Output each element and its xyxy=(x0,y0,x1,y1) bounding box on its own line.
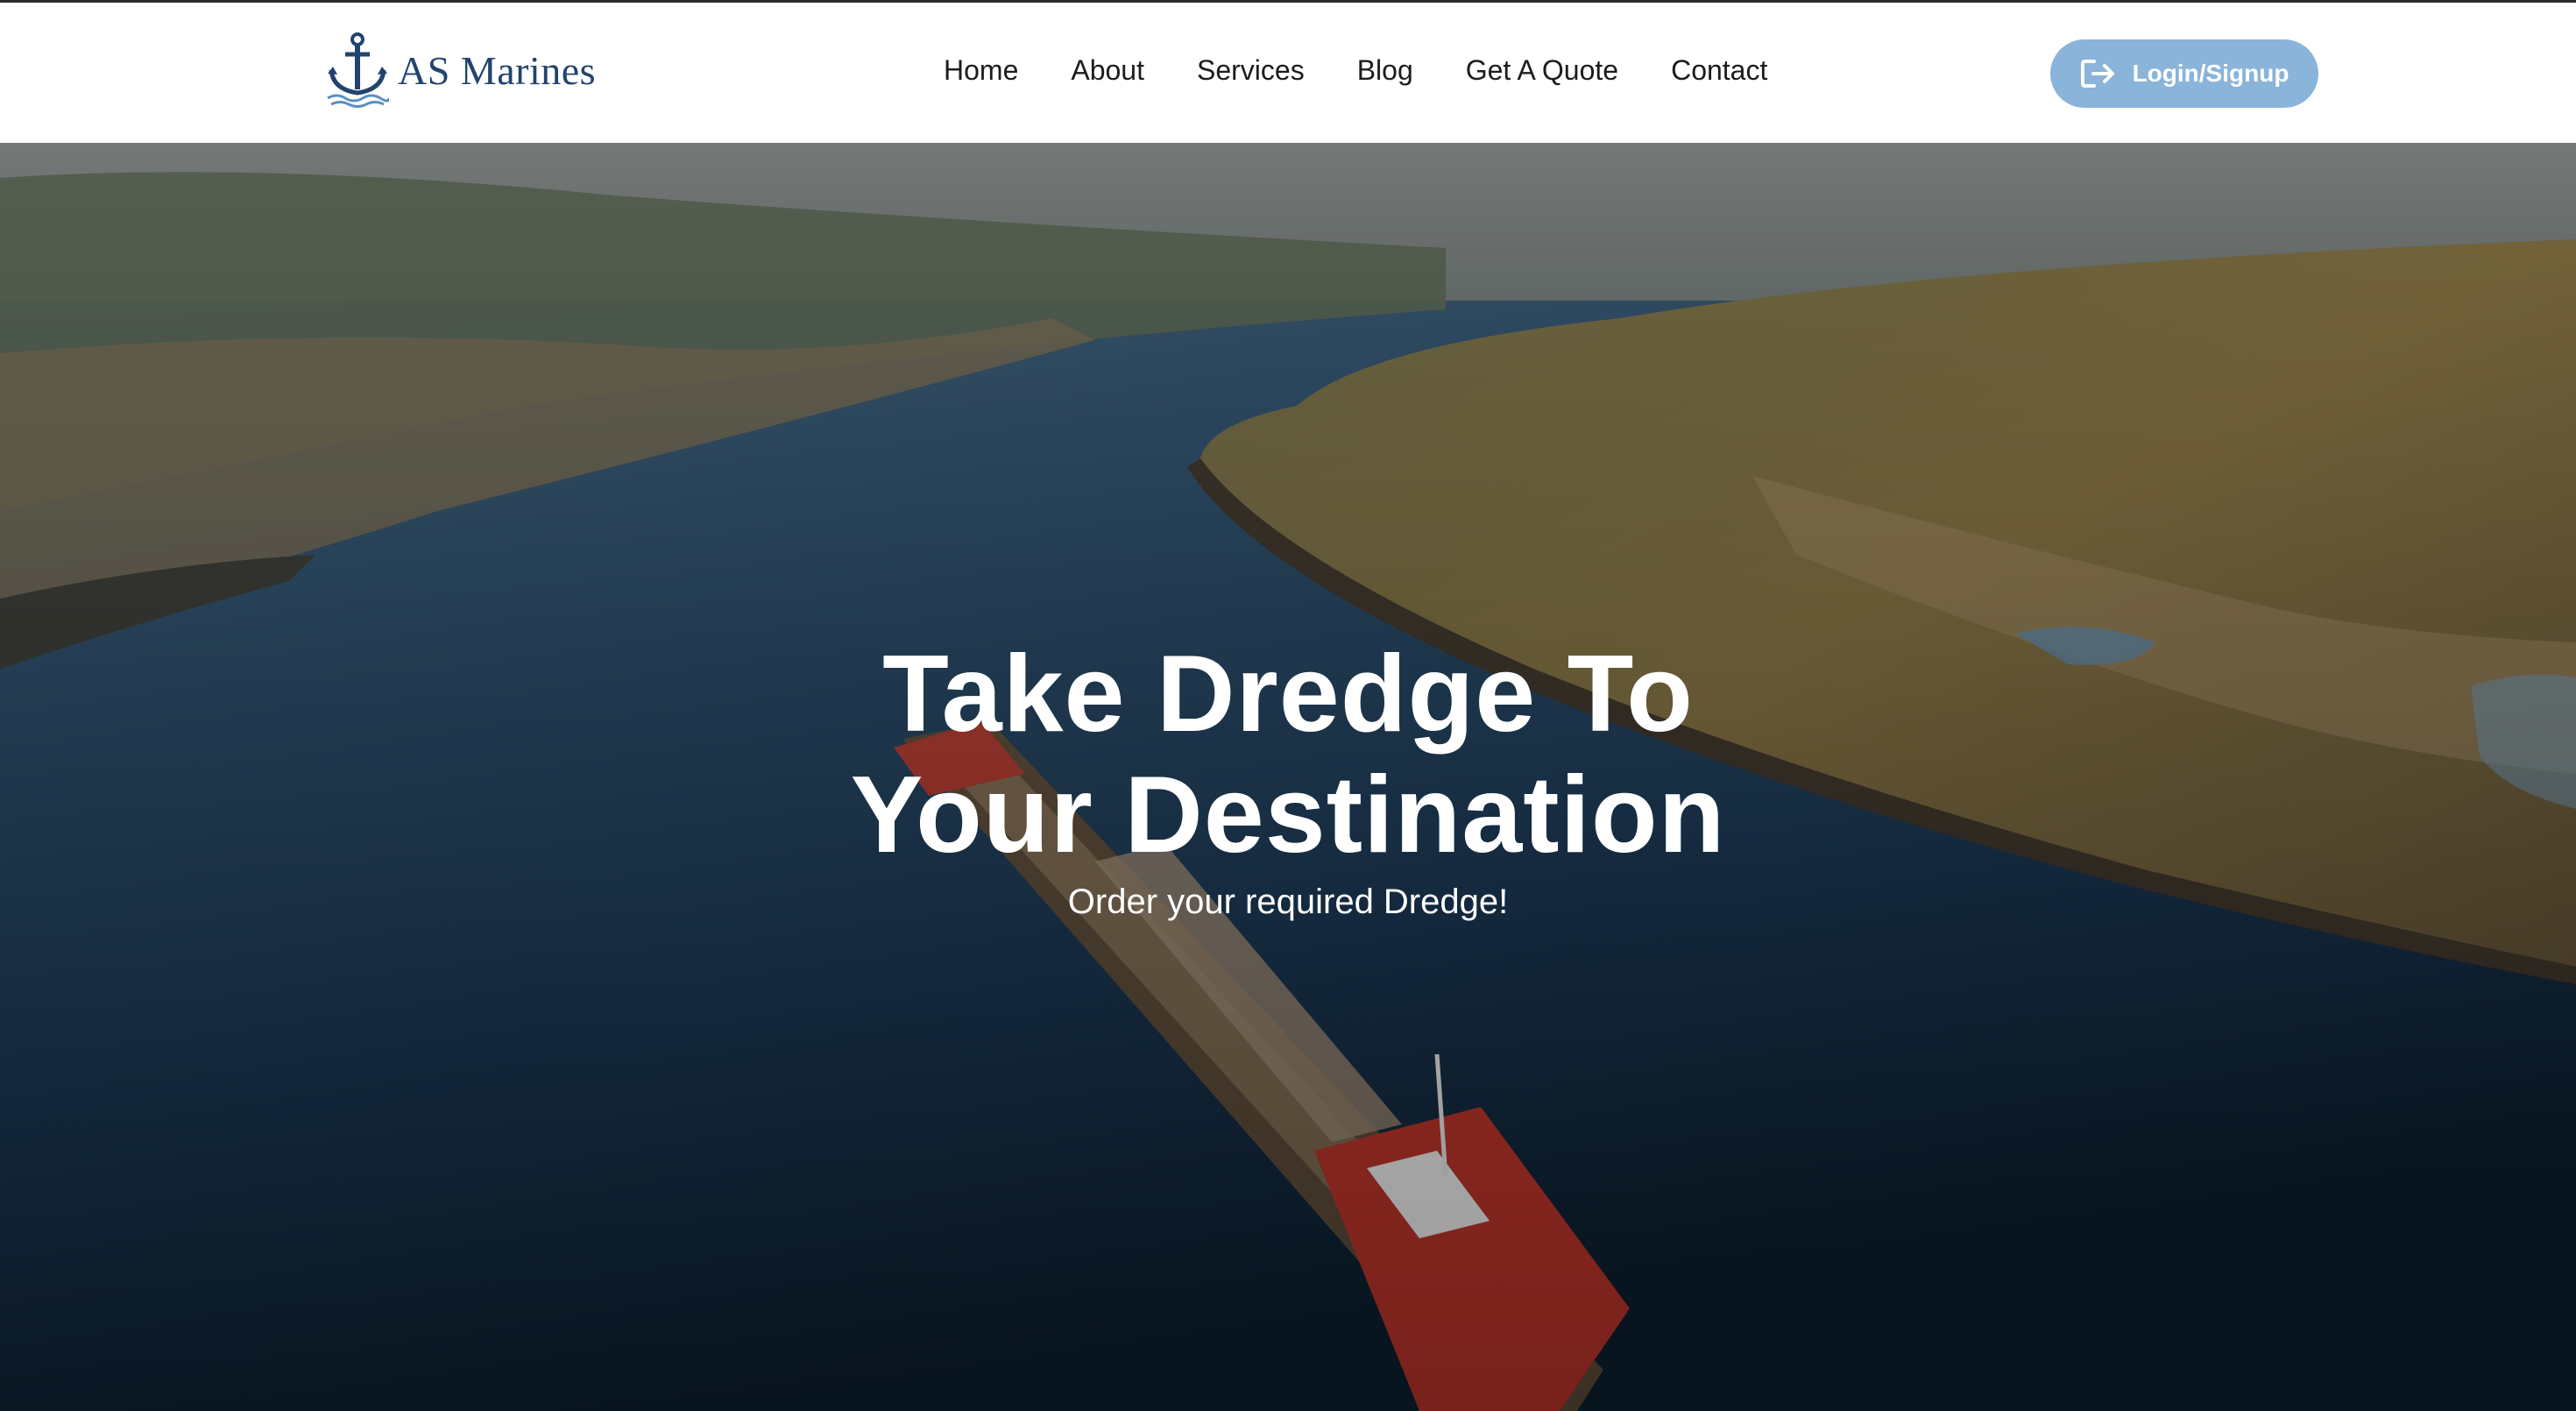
nav-home[interactable]: Home xyxy=(944,53,1018,88)
hero-section: Take Dredge To Your Destination Order yo… xyxy=(0,143,2576,1411)
login-icon xyxy=(2080,60,2114,88)
nav-about[interactable]: About xyxy=(1071,53,1144,88)
anchor-icon xyxy=(327,32,389,108)
nav-get-a-quote[interactable]: Get A Quote xyxy=(1466,53,1618,88)
main-nav: Home About Services Blog Get A Quote Con… xyxy=(944,53,1767,88)
login-signup-button[interactable]: Login/Signup xyxy=(2050,39,2318,108)
hero-title-line-2: Your Destination xyxy=(850,755,1726,876)
hero-title: Take Dredge To Your Destination xyxy=(0,634,2576,876)
login-signup-label: Login/Signup xyxy=(2132,60,2289,87)
nav-services[interactable]: Services xyxy=(1197,53,1305,88)
brand-logo[interactable]: AS Marines xyxy=(326,31,596,110)
hero-text-block: Take Dredge To Your Destination Order yo… xyxy=(0,634,2576,923)
hero-subtitle: Order your required Dredge! xyxy=(1067,883,1509,921)
hero-title-line-1: Take Dredge To xyxy=(882,634,1694,755)
nav-contact[interactable]: Contact xyxy=(1671,53,1767,88)
nav-blog[interactable]: Blog xyxy=(1357,53,1413,88)
brand-name: AS Marines xyxy=(398,47,597,93)
navbar: AS Marines Home About Services Blog Get … xyxy=(0,3,2576,143)
